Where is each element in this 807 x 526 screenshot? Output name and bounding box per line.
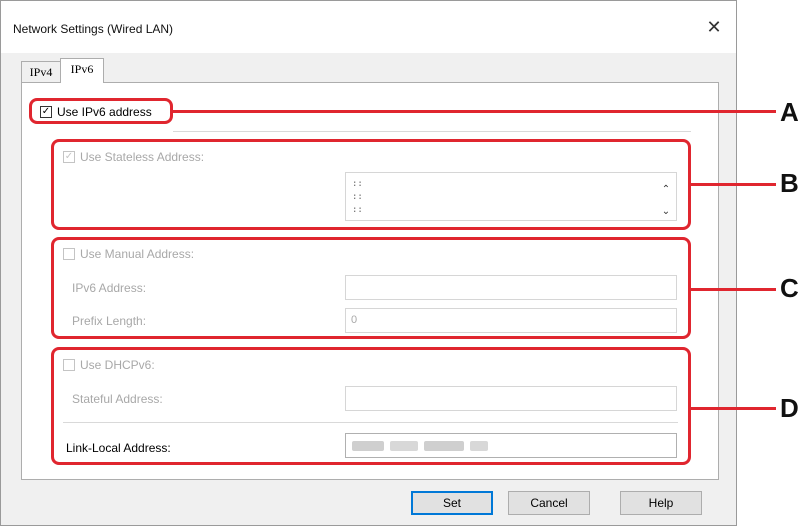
callout-line-d xyxy=(691,407,776,410)
callout-box-c xyxy=(51,237,691,339)
dialog-title: Network Settings (Wired LAN) xyxy=(13,22,174,36)
divider xyxy=(173,131,691,132)
callout-line-b xyxy=(691,183,776,186)
callout-label-a: A xyxy=(780,97,799,127)
callout-label-d: D xyxy=(780,393,799,423)
callout-line-c xyxy=(691,288,776,291)
title-bar: Network Settings (Wired LAN) ✕ xyxy=(1,1,736,53)
close-icon[interactable]: ✕ xyxy=(701,15,727,41)
cancel-button[interactable]: Cancel xyxy=(508,491,590,515)
help-button[interactable]: Help xyxy=(620,491,702,515)
callout-label-b: B xyxy=(780,168,799,198)
callout-box-d xyxy=(51,347,691,465)
set-button[interactable]: Set xyxy=(411,491,493,515)
tab-ipv6[interactable]: IPv6 xyxy=(60,58,104,83)
callout-box-a xyxy=(29,98,173,124)
callout-line-a xyxy=(173,110,776,113)
tab-ipv4[interactable]: IPv4 xyxy=(21,61,61,82)
callout-box-b xyxy=(51,139,691,230)
callout-label-c: C xyxy=(780,273,799,303)
